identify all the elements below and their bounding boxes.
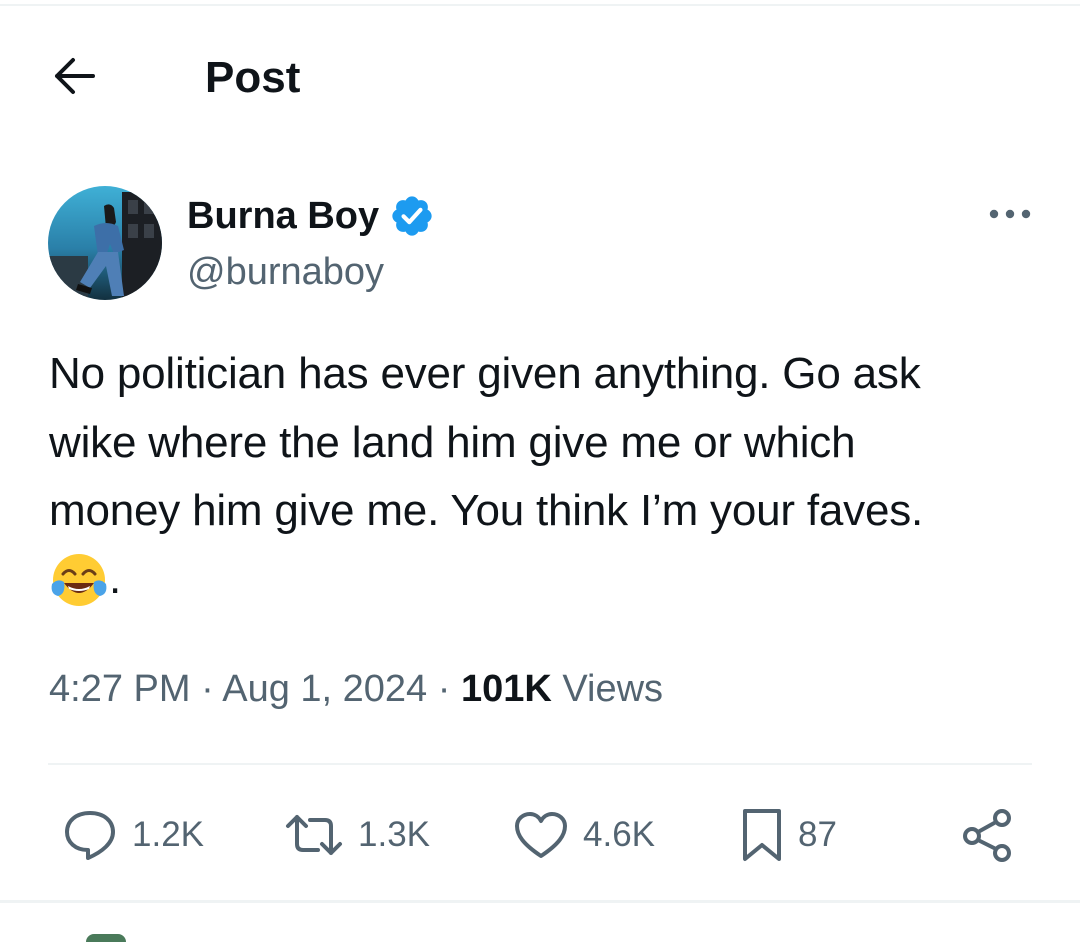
tweet-line: No politician has ever given anything. G… xyxy=(49,349,921,398)
more-options-button[interactable] xyxy=(982,196,1038,236)
tweet-emoji-line: . xyxy=(49,546,1049,614)
tears-of-joy-emoji-icon xyxy=(49,550,109,610)
author-name[interactable]: Burna Boy xyxy=(187,195,379,238)
tweet-line: wike where the land him give me or which xyxy=(49,417,856,467)
bookmark-button[interactable]: 87 xyxy=(740,800,837,870)
tweet-meta: 4:27 PM · Aug 1, 2024 · 101K Views xyxy=(49,664,663,714)
author-handle[interactable]: @burnaboy xyxy=(187,248,384,296)
meta-separator: · xyxy=(437,668,451,710)
avatar[interactable] xyxy=(48,186,162,300)
heart-icon xyxy=(513,810,569,860)
views-label: Views xyxy=(562,668,664,710)
reply-icon xyxy=(62,808,118,862)
bookmark-count: 87 xyxy=(798,815,837,854)
like-button[interactable]: 4.6K xyxy=(513,800,655,870)
reply-button[interactable]: 1.2K xyxy=(62,800,204,870)
top-divider xyxy=(0,4,1080,6)
tweet-text: No politician has ever given anything. G… xyxy=(49,340,1049,614)
author-name-row: Burna Boy xyxy=(187,190,435,242)
tweet-time[interactable]: 4:27 PM xyxy=(49,668,191,710)
share-button[interactable] xyxy=(960,800,1016,870)
post-header: Post xyxy=(0,40,1080,116)
like-count: 4.6K xyxy=(583,815,655,854)
arrow-left-icon xyxy=(51,56,97,101)
verified-badge-icon[interactable] xyxy=(389,193,435,239)
share-icon xyxy=(960,807,1016,863)
bookmark-icon xyxy=(740,807,784,863)
reply-count: 1.2K xyxy=(132,815,204,854)
views-count[interactable]: 101K xyxy=(461,668,552,710)
action-bar: 1.2K 1.3K 4.6K 87 xyxy=(0,800,1080,870)
actions-divider xyxy=(0,900,1080,903)
back-button[interactable] xyxy=(44,52,104,104)
next-post-avatar-peek xyxy=(86,934,126,942)
meta-divider xyxy=(48,763,1032,765)
repost-count: 1.3K xyxy=(358,815,430,854)
repost-button[interactable]: 1.3K xyxy=(284,800,430,870)
page-title: Post xyxy=(205,53,301,102)
repost-icon xyxy=(284,812,344,858)
tweet-line: money him give me. You think I’m your fa… xyxy=(49,486,924,535)
meta-separator: · xyxy=(201,668,214,710)
more-dots-icon xyxy=(988,207,1032,225)
tweet-date[interactable]: Aug 1, 2024 xyxy=(222,668,427,710)
tweet-trailing-text: . xyxy=(109,554,122,604)
